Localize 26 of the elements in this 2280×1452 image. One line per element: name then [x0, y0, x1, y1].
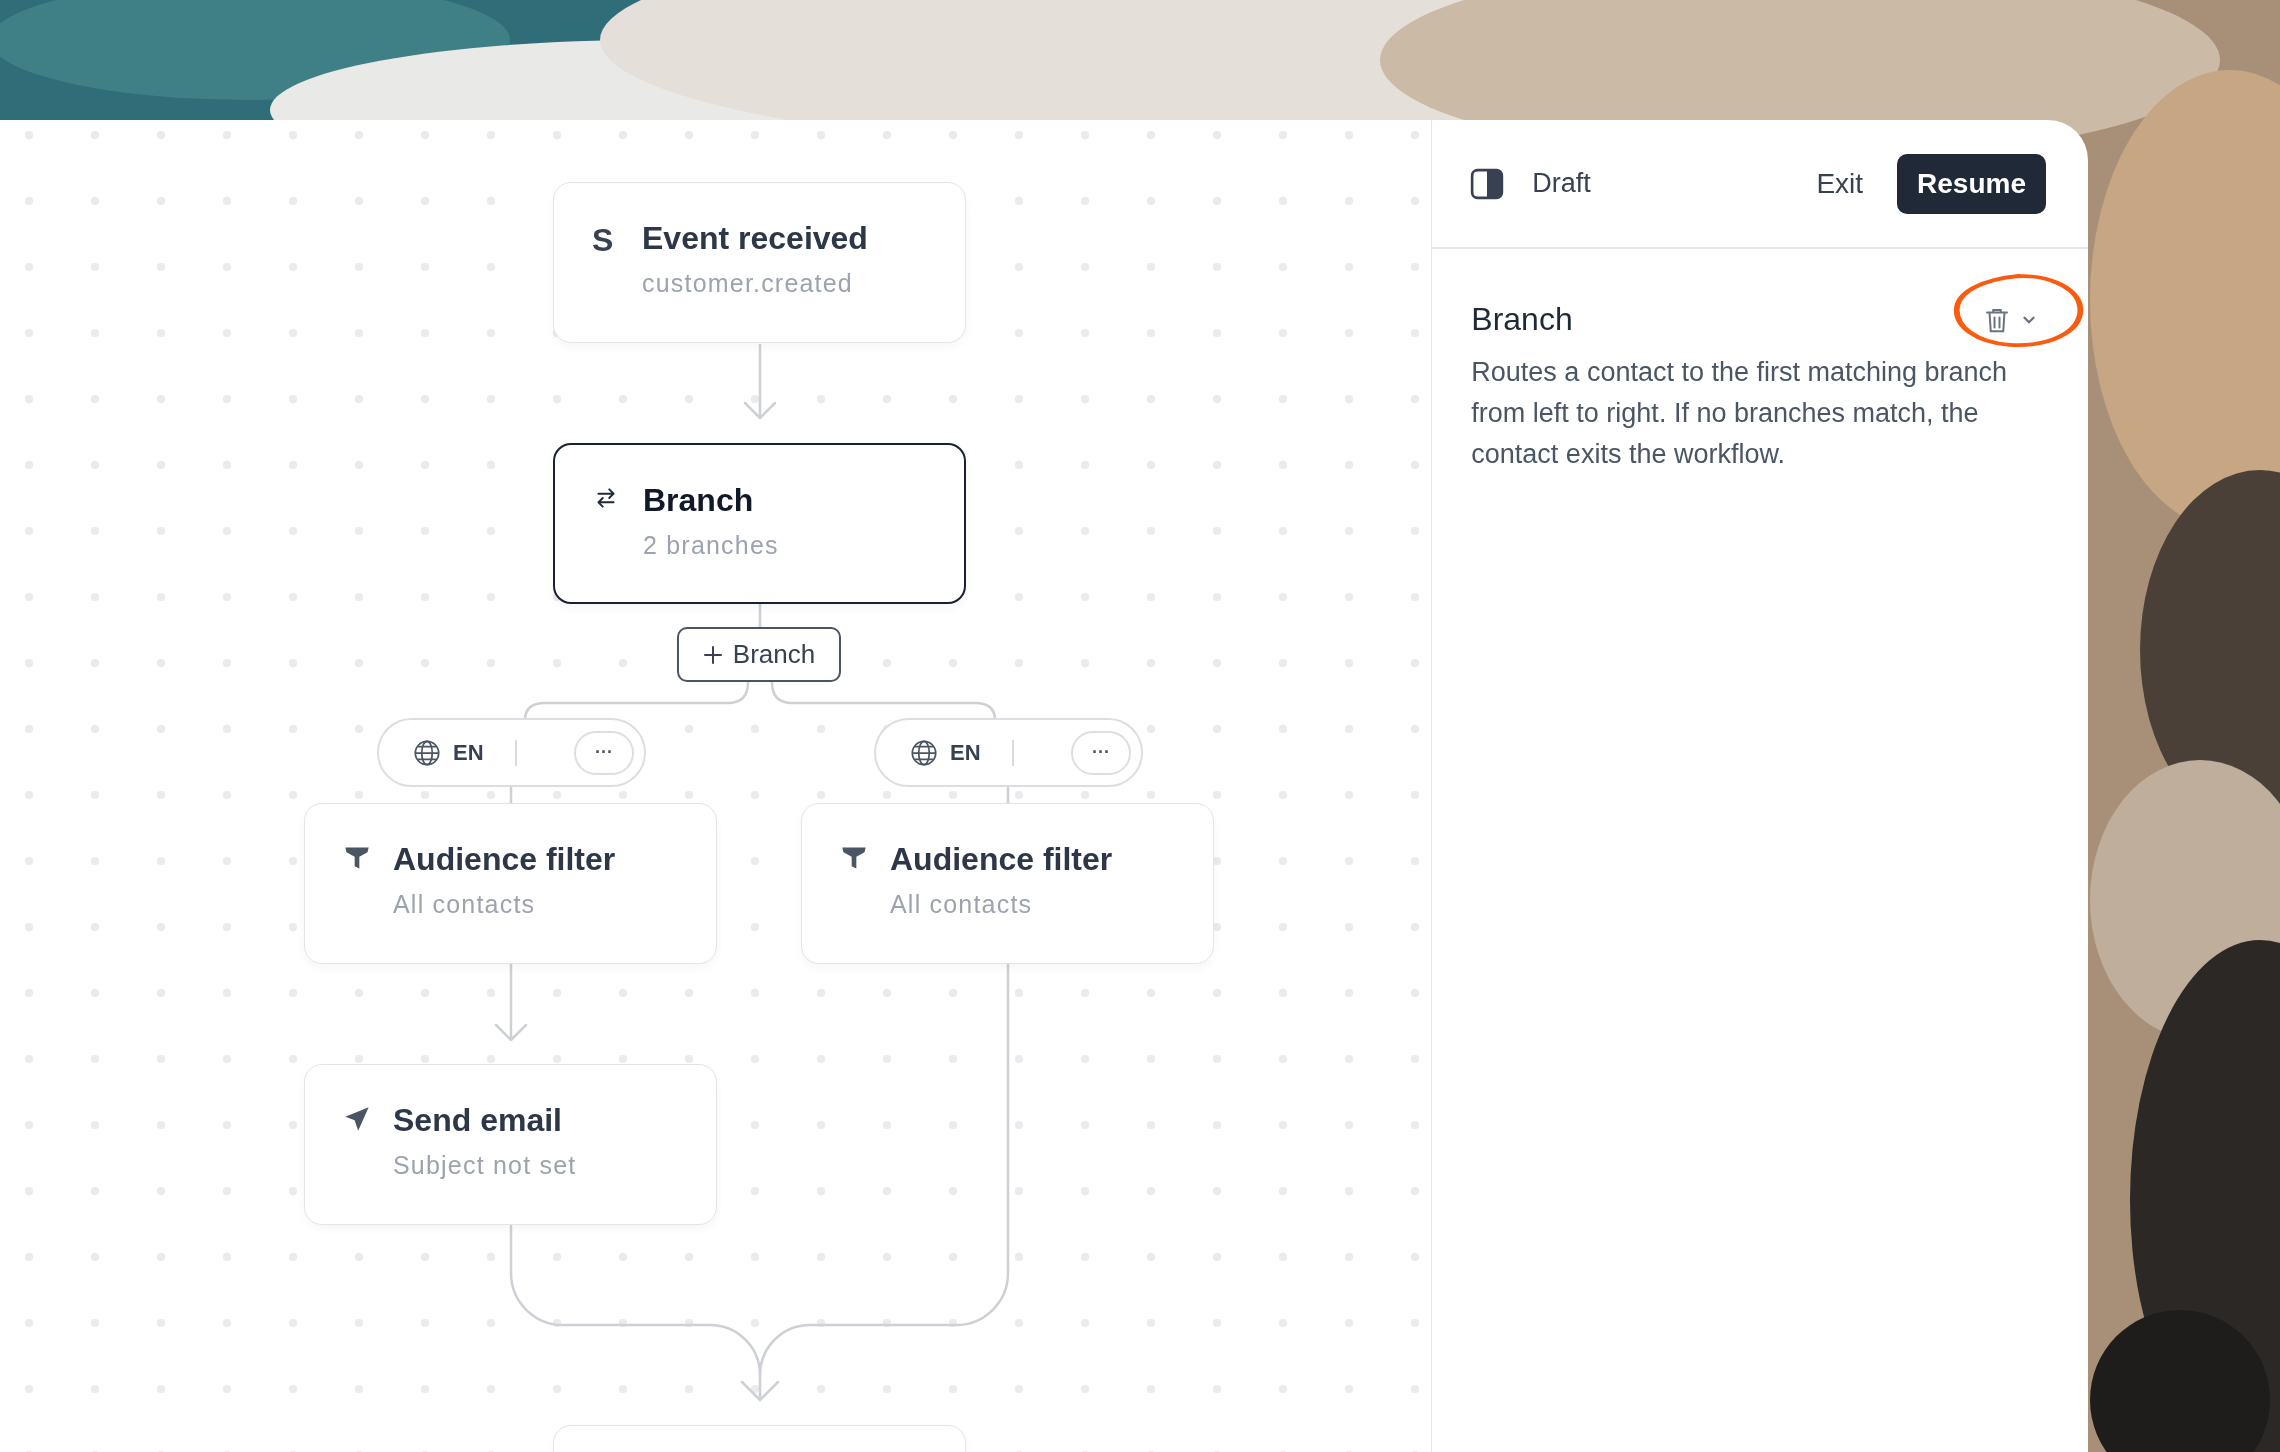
step-title: Event received: [642, 221, 868, 255]
step-title: Send email: [393, 1103, 563, 1137]
exit-button[interactable]: Exit: [1804, 159, 1876, 208]
step-card[interactable]: Audience filter All contacts: [304, 803, 717, 964]
s-logo: S: [592, 223, 614, 257]
status-label: Draft: [1532, 168, 1591, 199]
panel-title: Branch: [1471, 301, 1573, 338]
resume-button[interactable]: Resume: [1897, 153, 2046, 214]
language-label[interactable]: EN: [453, 739, 503, 766]
step-card[interactable]: S Event received customer.created: [553, 182, 966, 343]
step-card[interactable]: Send email Subject not set: [304, 1064, 717, 1225]
step-title: Audience filter: [393, 842, 616, 876]
more-button[interactable]: ···: [574, 730, 634, 775]
language-label[interactable]: EN: [950, 739, 1000, 766]
step-subtitle: 2 branches: [643, 531, 779, 560]
more-button[interactable]: ···: [1071, 730, 1131, 775]
step-subtitle: All contacts: [890, 890, 1034, 919]
step-title: Branch: [643, 483, 755, 517]
step-subtitle: Subject not set: [393, 1151, 577, 1180]
panel-description: Routes a contact to the first matching branch from left to right. If no branches match, the contact exits the workflow.: [1471, 356, 2009, 471]
add-branch-button[interactable]: Branch: [677, 627, 841, 682]
step-card[interactable]: Audience filter All contacts: [801, 803, 1214, 964]
step-subtitle: customer.created: [642, 269, 854, 298]
step-card[interactable]: Branch 2 branches: [553, 443, 966, 604]
step-subtitle: All contacts: [393, 890, 537, 919]
step-title: Audience filter: [890, 842, 1113, 876]
